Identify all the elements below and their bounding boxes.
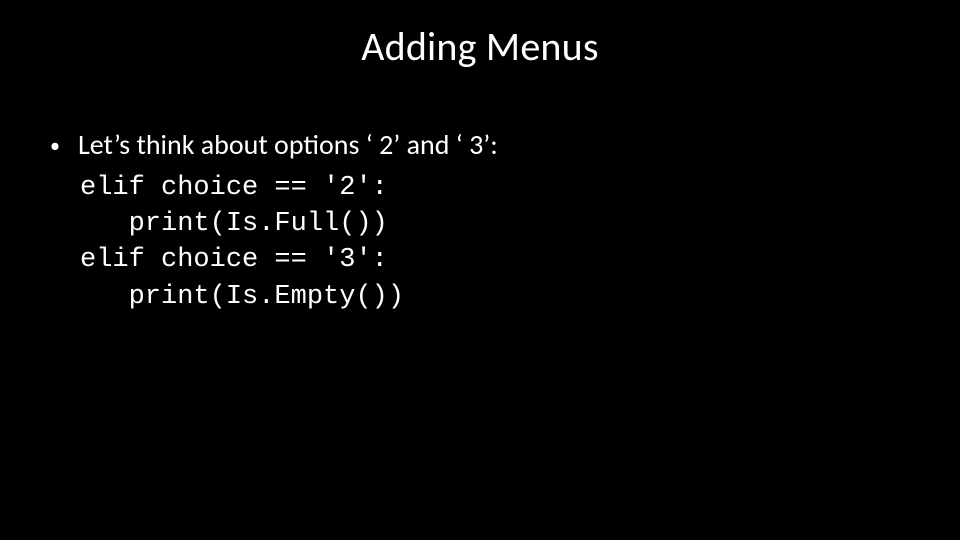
code-line: elif choice == '2': [80,173,388,203]
slide: Adding Menus • Let’s think about options… [0,0,960,540]
bullet-item: • Let’s think about options ‘ 2’ and ‘ 3… [50,128,910,162]
code-block: elif choice == '2': print(Is.Full()) eli… [80,170,910,316]
bullet-text: Let’s think about options ‘ 2’ and ‘ 3’: [78,128,910,162]
bullet-dot: • [50,128,78,158]
code-line: print(Is.Empty()) [80,282,404,312]
code-line: print(Is.Full()) [80,209,388,239]
slide-body: • Let’s think about options ‘ 2’ and ‘ 3… [50,128,910,315]
code-line: elif choice == '3': [80,245,388,275]
slide-title: Adding Menus [0,22,960,71]
